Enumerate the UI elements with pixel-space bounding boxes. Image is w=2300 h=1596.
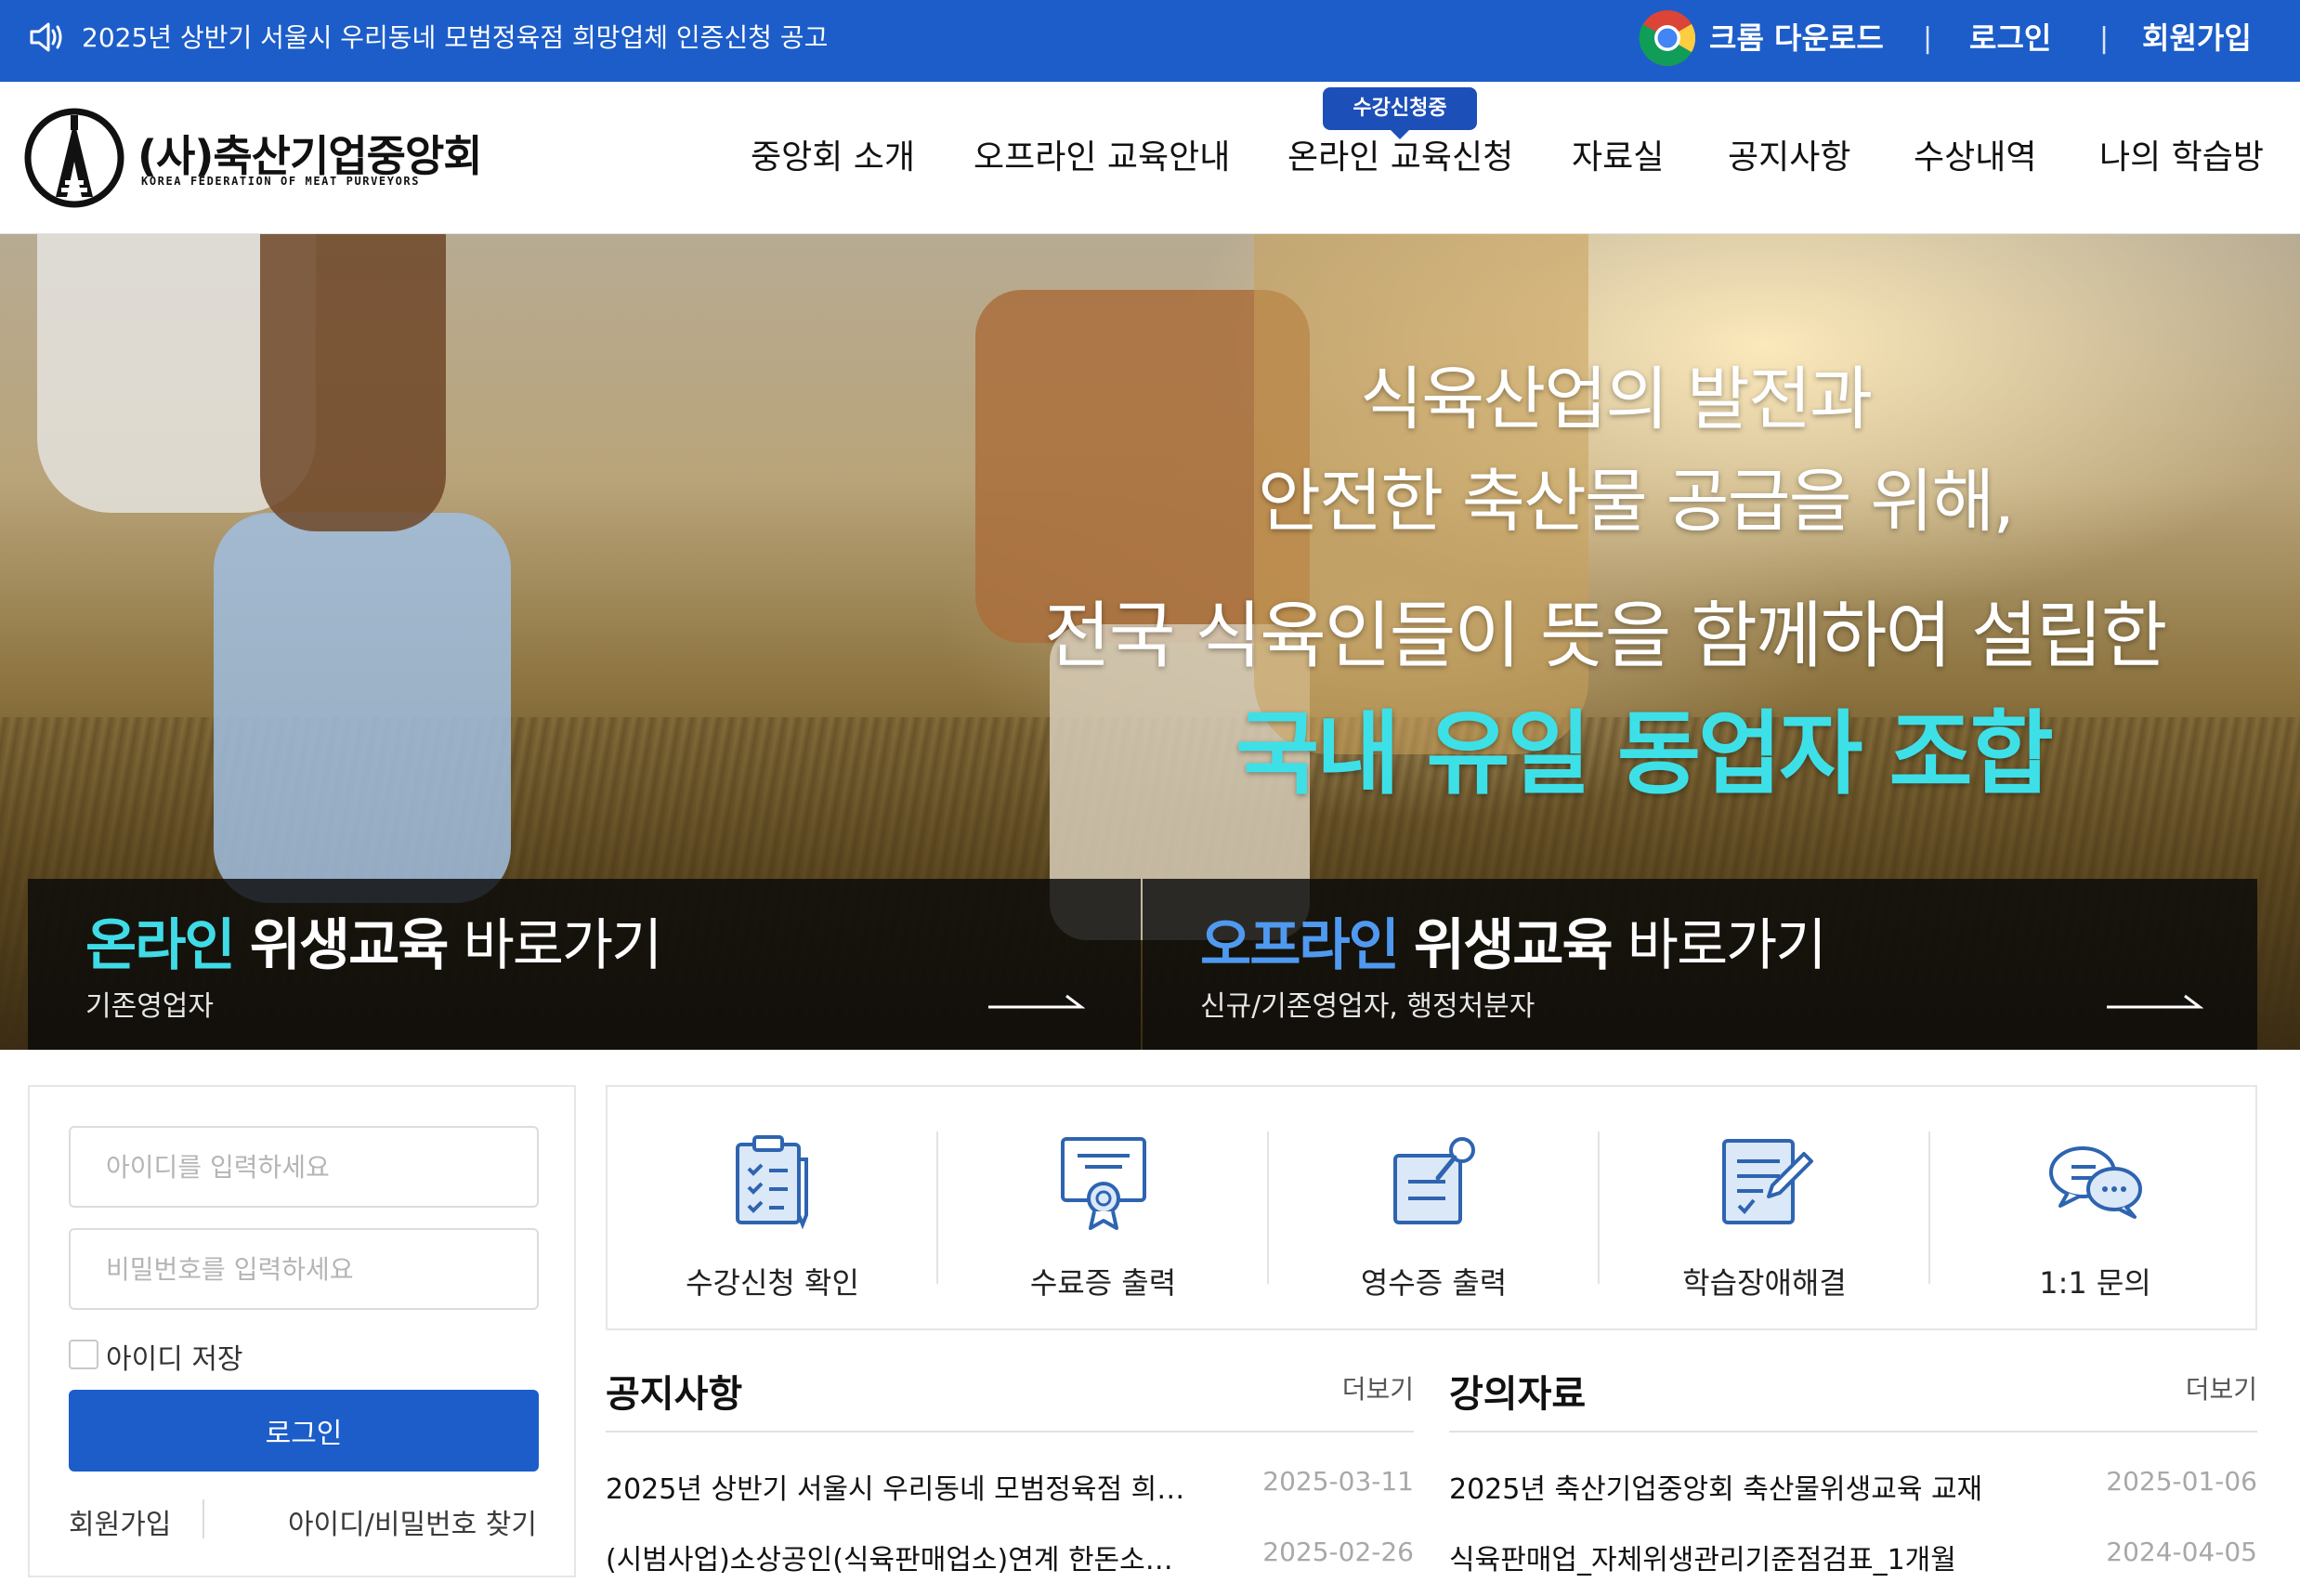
notice-row[interactable]: 2025년 상반기 서울시 우리동네 모범정육점 희… 2025-03-11	[606, 1466, 1414, 1512]
certificate-icon	[1061, 1137, 1146, 1230]
chat-bubbles-icon	[2049, 1146, 2142, 1219]
save-id-label[interactable]: 아이디 저장	[106, 1336, 243, 1377]
quick-menu-one-to-one-inquiry[interactable]: 1:1 문의	[1930, 1087, 2260, 1332]
nav-item-library[interactable]: 자료실	[1572, 136, 1664, 180]
password-input[interactable]	[69, 1228, 539, 1310]
lecture-row[interactable]: 2025년 축산기업중앙회 축산물위생교육 교재 2025-01-06	[1449, 1466, 2257, 1512]
lecture-row-date: 2024-04-05	[2106, 1537, 2257, 1567]
login-button[interactable]: 로그인	[69, 1390, 539, 1472]
lecture-row-title: 2025년 축산기업중앙회 축산물위생교육 교재	[1449, 1473, 1983, 1506]
hero-figure	[260, 234, 446, 531]
find-account-link[interactable]: 아이디/비밀번호 찾기	[288, 1501, 537, 1542]
online-shortcut-accent: 온라인	[85, 913, 236, 978]
site-header: (사)축산기업중앙회 KOREA FEDERATION OF MEAT PURV…	[0, 82, 2300, 234]
nav-item-about[interactable]: 중앙회 소개	[751, 136, 915, 180]
clipboard-check-icon	[736, 1135, 808, 1230]
board-divider	[606, 1431, 1414, 1432]
quick-menu-label: 1:1 문의	[2039, 1265, 2151, 1301]
lecture-more-link[interactable]: 더보기	[2186, 1369, 2257, 1406]
notice-row-date: 2025-02-26	[1262, 1537, 1414, 1567]
lecture-row-date: 2025-01-06	[2106, 1466, 2257, 1497]
nav-item-my-study-room[interactable]: 나의 학습방	[2099, 136, 2264, 180]
quick-menu-label: 수료증 출력	[1029, 1265, 1177, 1301]
notice-row-title: (시범사업)소상공인(식육판매업소)연계 한돈소…	[606, 1544, 1173, 1576]
online-shortcut-rest: 바로가기	[463, 913, 663, 978]
save-id-checkbox[interactable]	[69, 1340, 98, 1369]
notice-board: 공지사항 더보기 2025년 상반기 서울시 우리동네 모범정육점 희… 202…	[606, 1356, 1414, 1589]
quick-menu-label: 수강신청 확인	[686, 1265, 859, 1301]
online-education-shortcut[interactable]: 온라인 위생교육 바로가기 기존영업자	[28, 879, 1141, 1050]
offline-shortcut-title: 오프라인 위생교육 바로가기	[1200, 912, 1827, 979]
link-divider	[203, 1499, 204, 1538]
arrow-right-icon	[988, 994, 1085, 1009]
offline-shortcut-strong: 위생교육	[1413, 913, 1614, 978]
online-shortcut-title: 온라인 위생교육 바로가기	[85, 912, 663, 979]
notice-row-title: 2025년 상반기 서울시 우리동네 모범정육점 희…	[606, 1473, 1185, 1506]
lecture-row[interactable]: 식육판매업_자체위생관리기준점검표_1개월 2024-04-05	[1449, 1537, 2257, 1583]
chrome-icon[interactable]	[1639, 9, 1696, 67]
nav-item-awards[interactable]: 수상내역	[1914, 136, 2036, 180]
lecture-row-title: 식육판매업_자체위생관리기준점검표_1개월	[1449, 1544, 1956, 1576]
receipt-pin-icon	[1393, 1137, 1475, 1224]
top-separator: |	[2099, 22, 2110, 55]
quick-menu-receipt-print[interactable]: 영수증 출력	[1269, 1087, 1599, 1332]
quick-menu-enrollment-check[interactable]: 수강신청 확인	[608, 1087, 937, 1332]
offline-education-shortcut[interactable]: 오프라인 위생교육 바로가기 신규/기존영업자, 행정처분자	[1143, 879, 2257, 1050]
arrow-right-icon	[2107, 994, 2203, 1009]
chrome-download-link[interactable]: 크롬 다운로드	[1709, 19, 1884, 58]
online-shortcut-subtitle: 기존영업자	[85, 990, 214, 1023]
hero-headline-line1: 식육산업의 발전과	[1360, 360, 1873, 439]
notice-row[interactable]: (시범사업)소상공인(식육판매업소)연계 한돈소… 2025-02-26	[606, 1537, 1414, 1583]
speaker-icon	[30, 22, 62, 52]
quick-menu: 수강신청 확인 수료증 출력 영수증 출력 학습장애해결 1:1 문의	[606, 1085, 2257, 1330]
hero-headline-highlight: 국내 유일 동업자 조합	[1235, 701, 2054, 807]
top-login-link[interactable]: 로그인	[1969, 19, 2051, 58]
enrollment-open-badge: 수강신청중	[1323, 87, 1477, 139]
login-box: 아이디 저장 로그인 회원가입 아이디/비밀번호 찾기	[28, 1085, 576, 1577]
online-shortcut-strong: 위생교육	[249, 913, 450, 978]
board-divider	[1449, 1431, 2257, 1432]
hero-figure	[214, 513, 511, 903]
offline-shortcut-subtitle: 신규/기존영업자, 행정처분자	[1200, 990, 1536, 1023]
quick-menu-label: 학습장애해결	[1682, 1265, 1847, 1301]
top-separator: |	[1923, 22, 1933, 55]
top-signup-link[interactable]: 회원가입	[2142, 19, 2252, 58]
lecture-board-title: 강의자료	[1449, 1373, 1587, 1416]
nav-item-online-application[interactable]: 온라인 교육신청	[1287, 136, 1513, 180]
offline-shortcut-rest: 바로가기	[1627, 913, 1827, 978]
document-edit-icon	[1722, 1139, 1813, 1224]
notice-board-title: 공지사항	[606, 1373, 743, 1416]
notice-more-link[interactable]: 더보기	[1342, 1369, 1414, 1406]
logo-subtitle: KOREA FEDERATION OF MEAT PURVEYORS	[141, 175, 421, 188]
logo-emblem-icon[interactable]	[24, 108, 124, 208]
nav-item-offline-education[interactable]: 오프라인 교육안내	[974, 136, 1230, 180]
quick-menu-certificate-print[interactable]: 수료증 출력	[938, 1087, 1268, 1332]
lecture-material-board: 강의자료 더보기 2025년 축산기업중앙회 축산물위생교육 교재 2025-0…	[1449, 1356, 2257, 1589]
hero-headline-line3: 전국 식육인들이 뜻을 함께하여 설립한	[1044, 595, 2167, 678]
signup-link[interactable]: 회원가입	[69, 1501, 171, 1542]
hero-headline-line2: 안전한 축산물 공급을 위해,	[1258, 462, 2015, 542]
top-notice-bar: 2025년 상반기 서울시 우리동네 모범정육점 희망업체 인증신청 공고 크롬…	[0, 0, 2300, 82]
nav-item-notices[interactable]: 공지사항	[1728, 136, 1850, 180]
quick-menu-troubleshooting[interactable]: 학습장애해결	[1600, 1087, 1929, 1332]
id-input[interactable]	[69, 1126, 539, 1208]
notice-ticker-text[interactable]: 2025년 상반기 서울시 우리동네 모범정육점 희망업체 인증신청 공고	[82, 20, 828, 56]
quick-menu-label: 영수증 출력	[1360, 1265, 1508, 1301]
offline-shortcut-accent: 오프라인	[1200, 913, 1400, 978]
notice-row-date: 2025-03-11	[1262, 1466, 1414, 1497]
